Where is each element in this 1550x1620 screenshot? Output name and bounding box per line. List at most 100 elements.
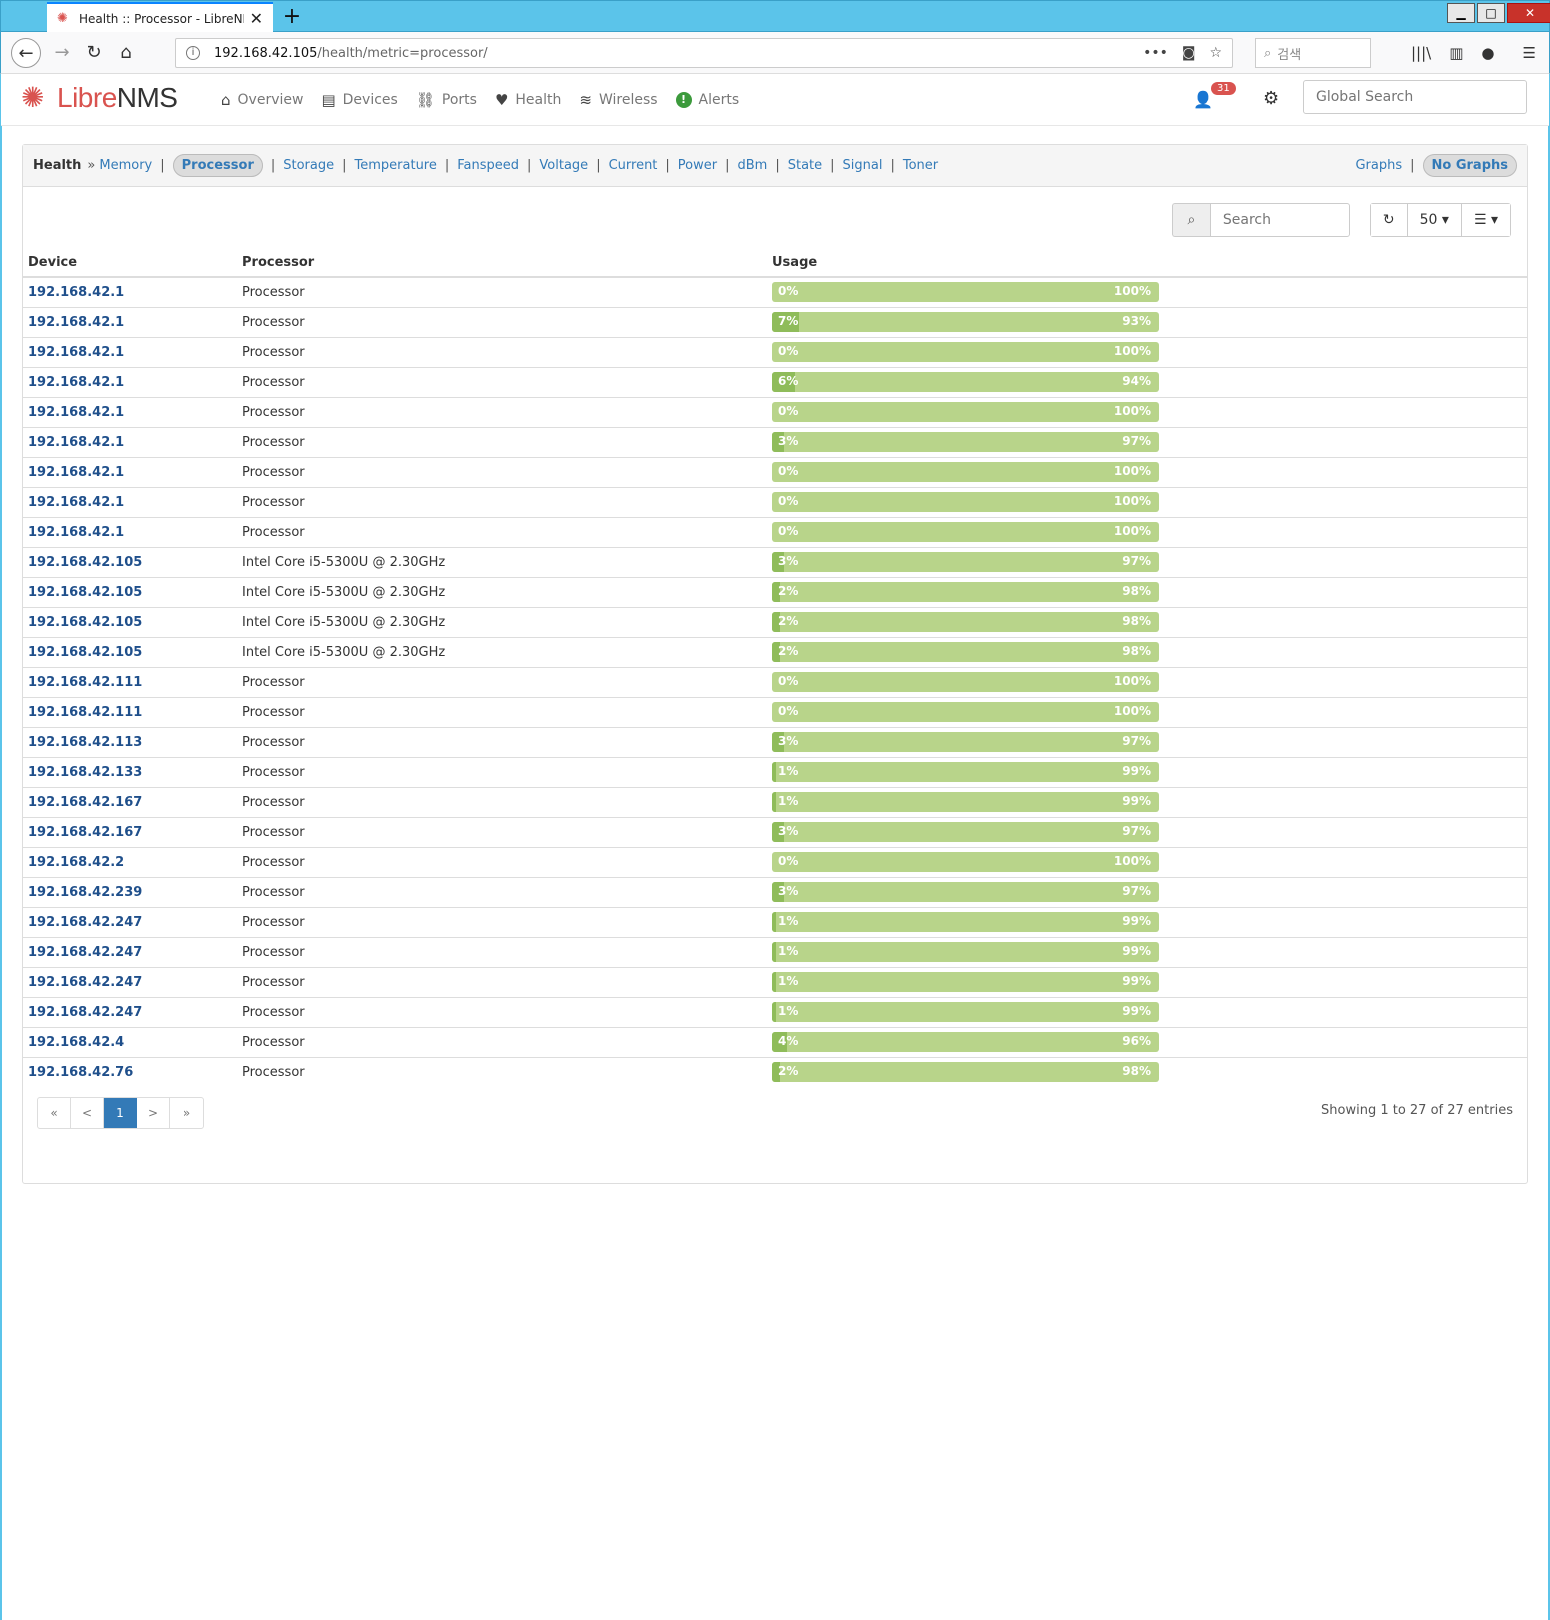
metric-link-fanspeed[interactable]: Fanspeed [457,158,519,173]
usage-bar[interactable]: 1% 99% [772,1002,1159,1022]
metric-link-processor[interactable]: Processor [172,154,263,177]
device-link[interactable]: 192.168.42.1 [28,285,124,300]
device-link[interactable]: 192.168.42.1 [28,345,124,360]
usage-bar[interactable]: 0% 100% [772,402,1159,422]
device-link[interactable]: 192.168.42.1 [28,495,124,510]
home-icon[interactable]: ⌂ [111,38,141,68]
url-bar[interactable]: i 192.168.42.105/health/metric=processor… [175,38,1233,68]
menu-health[interactable]: ♥ Health [495,91,561,109]
usage-bar[interactable]: 3% 97% [772,432,1159,452]
usage-bar[interactable]: 0% 100% [772,492,1159,512]
column-header-device[interactable]: Device [23,249,237,278]
device-link[interactable]: 192.168.42.111 [28,705,142,720]
usage-bar[interactable]: 3% 97% [772,882,1159,902]
metric-link-dbm[interactable]: dBm [738,158,768,173]
metric-link-memory[interactable]: Memory [99,158,152,173]
column-selector-dropdown[interactable]: ☰ ▾ [1461,204,1510,236]
menu-overview[interactable]: ⌂ Overview [221,91,303,109]
usage-bar[interactable]: 2% 98% [772,582,1159,602]
extension-icon[interactable]: ● [1481,44,1494,62]
device-link[interactable]: 192.168.42.167 [28,795,142,810]
page-button[interactable]: < [71,1098,104,1128]
browser-tab[interactable]: ✺ Health :: Processor - LibreNMS ✕ [47,2,273,33]
reload-icon[interactable]: ↻ [79,38,109,68]
device-link[interactable]: 192.168.42.1 [28,465,124,480]
usage-bar[interactable]: 0% 100% [772,852,1159,872]
device-link[interactable]: 192.168.42.113 [28,735,142,750]
metric-link-voltage[interactable]: Voltage [539,158,588,173]
window-close-icon[interactable]: ✕ [1507,3,1550,23]
column-header-usage[interactable]: Usage [767,249,1527,278]
table-search-input[interactable] [1209,203,1350,237]
usage-bar[interactable]: 1% 99% [772,792,1159,812]
sidebar-icon[interactable]: ▥ [1449,44,1463,62]
menu-devices[interactable]: ▤ Devices [321,91,397,109]
device-link[interactable]: 192.168.42.247 [28,915,142,930]
device-link[interactable]: 192.168.42.133 [28,765,142,780]
tab-close-icon[interactable]: ✕ [250,9,263,28]
device-link[interactable]: 192.168.42.76 [28,1065,133,1080]
metric-link-toner[interactable]: Toner [903,158,938,173]
page-button[interactable]: > [137,1098,170,1128]
librenms-logo[interactable]: ✺ LibreNMS [21,82,178,114]
device-link[interactable]: 192.168.42.2 [28,855,124,870]
library-icon[interactable]: |||\ [1411,44,1431,62]
device-link[interactable]: 192.168.42.105 [28,555,142,570]
notification-badge[interactable]: 31 [1211,82,1236,95]
device-link[interactable]: 192.168.42.105 [28,585,142,600]
usage-bar[interactable]: 0% 100% [772,282,1159,303]
pocket-icon[interactable]: ◙ [1182,45,1196,61]
menu-ports[interactable]: ⛓ Ports [416,91,477,109]
usage-bar[interactable]: 0% 100% [772,462,1159,482]
device-link[interactable]: 192.168.42.1 [28,525,124,540]
device-link[interactable]: 192.168.42.247 [28,975,142,990]
metric-link-state[interactable]: State [788,158,822,173]
usage-bar[interactable]: 0% 100% [772,342,1159,362]
browser-search-box[interactable]: ⌕ 검색 [1255,38,1371,68]
usage-bar[interactable]: 2% 98% [772,642,1159,662]
new-tab-button[interactable]: + [278,3,306,31]
refresh-button[interactable]: ↻ [1370,204,1408,236]
no-graphs-link[interactable]: No Graphs [1422,154,1517,177]
page-size-dropdown[interactable]: 50 ▾ [1407,204,1462,236]
page-button[interactable]: 1 [104,1098,137,1128]
device-link[interactable]: 192.168.42.105 [28,645,142,660]
device-link[interactable]: 192.168.42.247 [28,945,142,960]
usage-bar[interactable]: 1% 99% [772,762,1159,782]
device-link[interactable]: 192.168.42.247 [28,1005,142,1020]
usage-bar[interactable]: 2% 98% [772,612,1159,632]
usage-bar[interactable]: 2% 98% [772,1062,1159,1083]
usage-bar[interactable]: 3% 97% [772,732,1159,752]
device-link[interactable]: 192.168.42.1 [28,405,124,420]
usage-bar[interactable]: 1% 99% [772,942,1159,962]
metric-link-signal[interactable]: Signal [843,158,883,173]
metric-link-temperature[interactable]: Temperature [355,158,437,173]
usage-bar[interactable]: 0% 100% [772,702,1159,722]
usage-bar[interactable]: 0% 100% [772,672,1159,692]
usage-bar[interactable]: 6% 94% [772,372,1159,392]
device-link[interactable]: 192.168.42.4 [28,1035,124,1050]
device-link[interactable]: 192.168.42.111 [28,675,142,690]
graphs-link[interactable]: Graphs [1355,158,1402,173]
metric-link-power[interactable]: Power [678,158,717,173]
metric-link-storage[interactable]: Storage [283,158,334,173]
usage-bar[interactable]: 7% 93% [772,312,1159,332]
user-icon[interactable]: 👤 [1193,90,1213,109]
page-button[interactable]: « [38,1098,71,1128]
device-link[interactable]: 192.168.42.105 [28,615,142,630]
menu-wireless[interactable]: ≋ Wireless [579,91,657,109]
menu-hamburger-icon[interactable]: ☰ [1523,44,1536,62]
gear-icon[interactable]: ⚙ [1263,88,1279,109]
back-arrow-icon[interactable]: ← [11,38,41,68]
usage-bar[interactable]: 3% 97% [772,552,1159,572]
bookmark-star-icon[interactable]: ☆ [1209,45,1222,61]
usage-bar[interactable]: 3% 97% [772,822,1159,842]
minimize-icon[interactable]: ▁ [1447,3,1475,23]
usage-bar[interactable]: 4% 96% [772,1032,1159,1052]
maximize-icon[interactable]: □ [1477,3,1505,23]
menu-alerts[interactable]: ! Alerts [675,92,739,108]
site-info-icon[interactable]: i [186,46,200,60]
column-header-processor[interactable]: Processor [237,249,767,278]
device-link[interactable]: 192.168.42.1 [28,435,124,450]
device-link[interactable]: 192.168.42.1 [28,375,124,390]
